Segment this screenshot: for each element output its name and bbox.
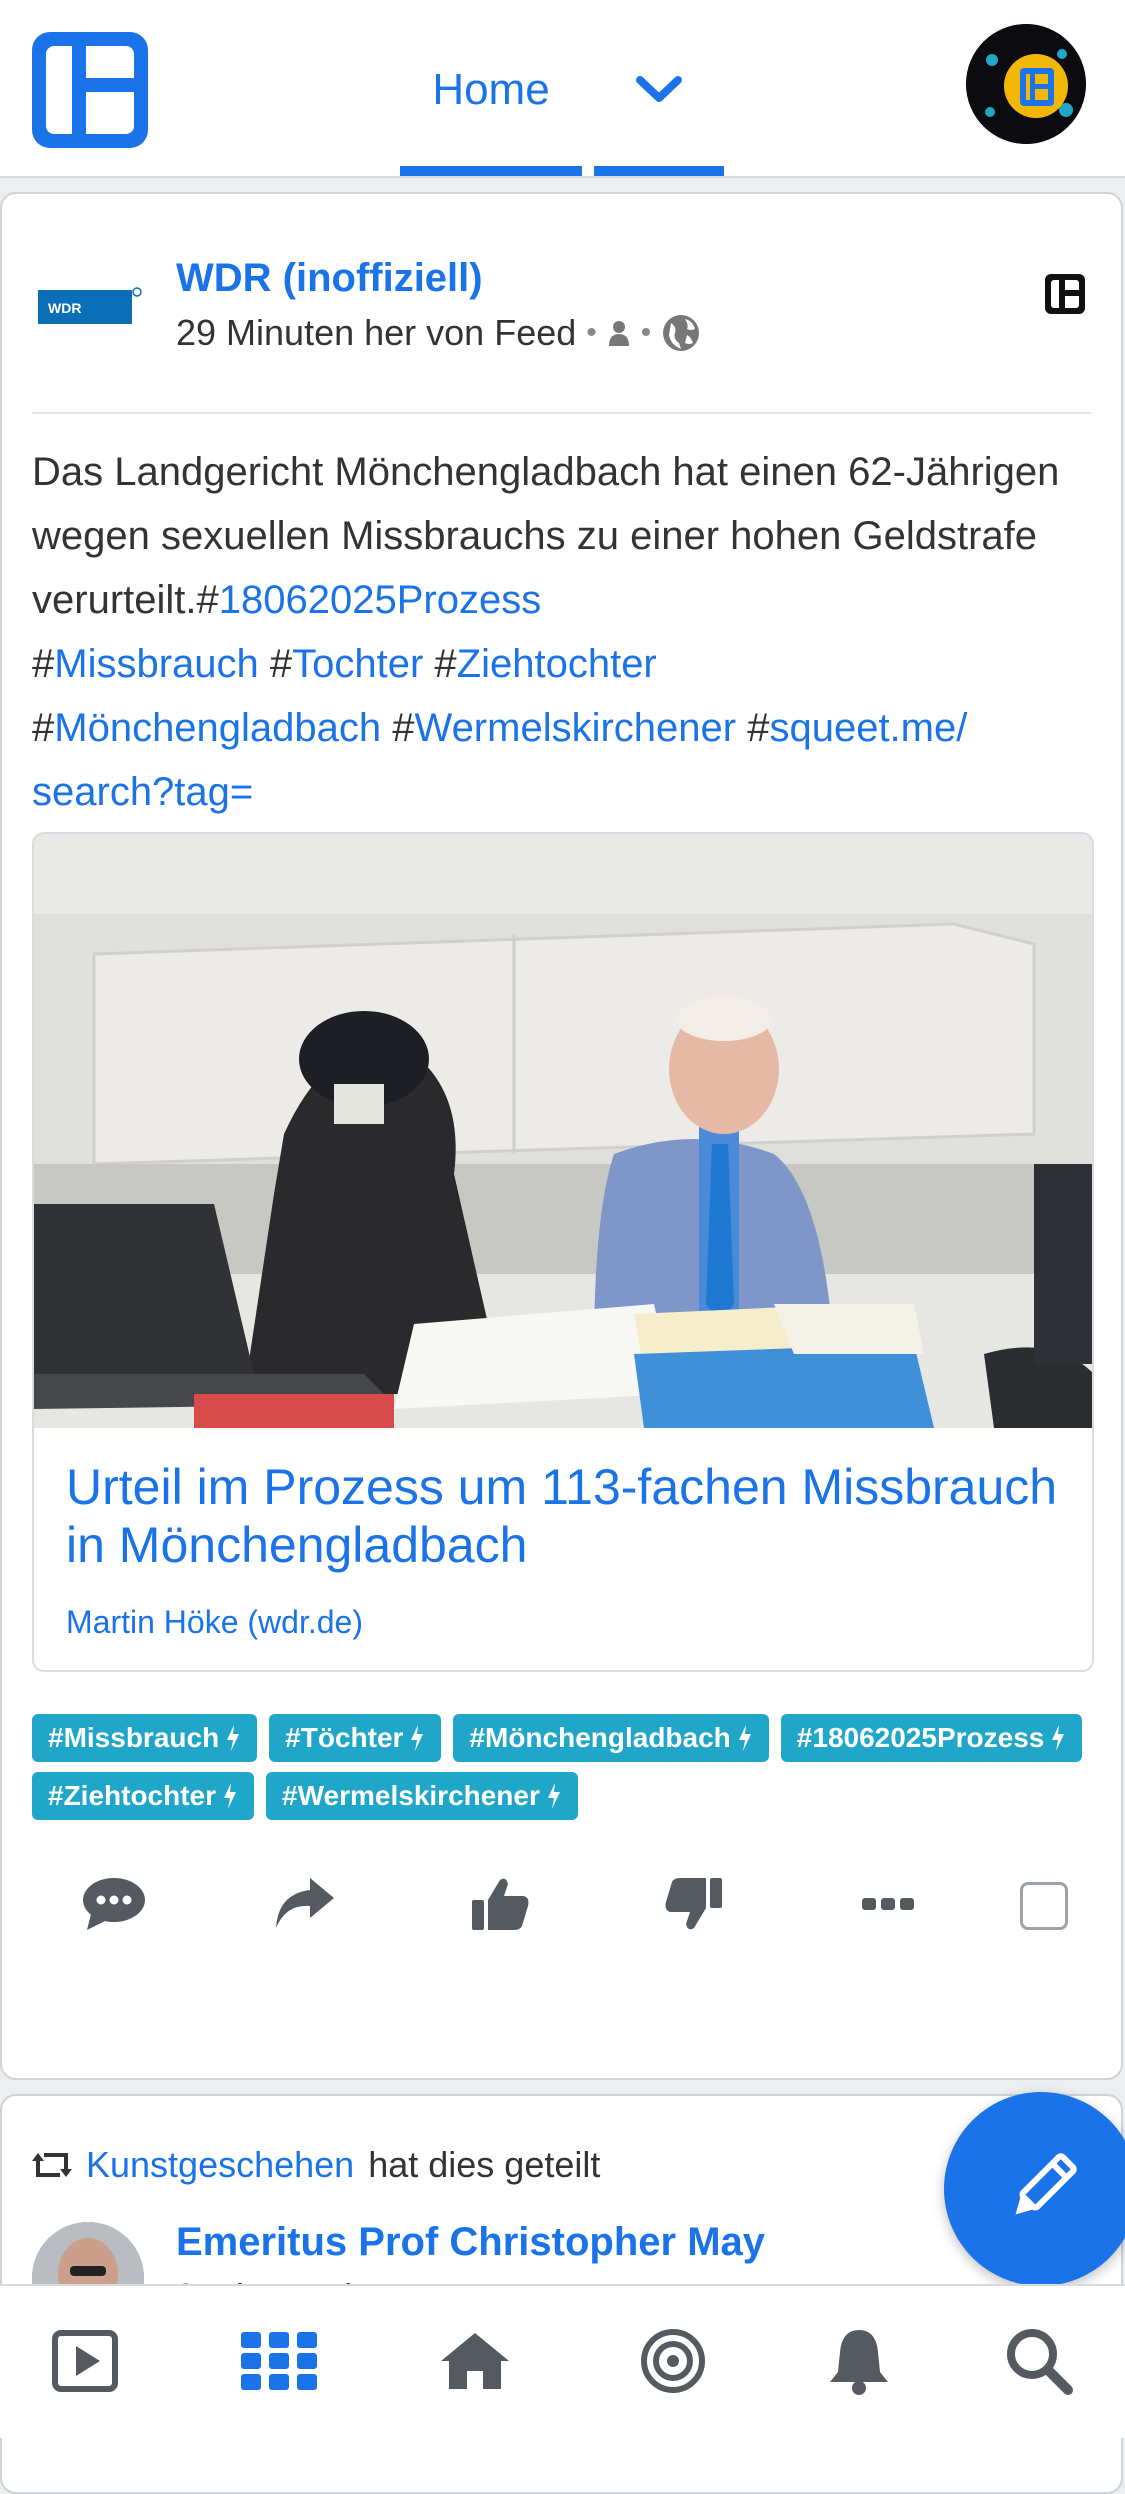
link-preview[interactable]: Urteil im Prozess um 113-fachen Missbrau… xyxy=(32,832,1094,1672)
tag-chip-label: #Ziehtochter xyxy=(48,1780,217,1811)
bolt-icon xyxy=(227,1725,240,1751)
bolt-icon xyxy=(547,1783,560,1809)
nav-search[interactable] xyxy=(984,2306,1094,2416)
meta-separator: • xyxy=(640,316,652,349)
comment-button[interactable] xyxy=(74,1864,154,1944)
more-button[interactable] xyxy=(848,1864,928,1944)
reshare-user[interactable]: Kunstgeschehen xyxy=(86,2144,354,2186)
nav-notifications[interactable] xyxy=(804,2306,914,2416)
author-name[interactable]: WDR (inoffiziell) xyxy=(176,256,483,301)
bolt-icon xyxy=(738,1725,751,1751)
tag-chip-label: #Töchter xyxy=(285,1722,404,1753)
tab-home-label: Home xyxy=(432,65,550,114)
nav-video[interactable] xyxy=(30,2306,140,2416)
hashtag-link[interactable]: Missbrauch xyxy=(54,642,259,686)
dislike-button[interactable] xyxy=(654,1864,734,1944)
preview-source[interactable]: Martin Höke (wdr.de) xyxy=(66,1604,363,1641)
post-meta: 29 Minuten her von Feed • • xyxy=(176,312,701,354)
friendica-icon xyxy=(1045,274,1085,314)
retweet-icon xyxy=(32,2153,72,2177)
tag-chip[interactable]: #Töchter xyxy=(269,1714,442,1762)
hashtag-link[interactable]: Ziehtochter xyxy=(457,642,657,686)
nav-grid[interactable] xyxy=(224,2306,334,2416)
post-card: WDR WDR (inoffiziell) 29 Minuten her von… xyxy=(0,192,1123,2080)
tag-chip-label: #Missbrauch xyxy=(48,1722,220,1753)
tag-chip[interactable]: #Wermelskirchener xyxy=(266,1772,578,1820)
tag-chip-label: #Mönchengladbach xyxy=(469,1722,731,1753)
post-body: Das Landgericht Mönchengladbach hat eine… xyxy=(32,450,1060,814)
grid-icon xyxy=(241,2332,317,2390)
tag-chip[interactable]: #Mönchengladbach xyxy=(453,1714,769,1762)
like-button[interactable] xyxy=(460,1864,540,1944)
svg-text:WDR: WDR xyxy=(48,300,81,316)
nav-home[interactable] xyxy=(420,2306,530,2416)
bolt-icon xyxy=(1052,1725,1065,1751)
tag-chip[interactable]: #Ziehtochter xyxy=(32,1772,255,1820)
more-icon xyxy=(862,1898,914,1910)
bolt-icon xyxy=(411,1725,424,1751)
post-actions xyxy=(42,1864,1082,1944)
hashtag-link[interactable]: Wermelskirchener xyxy=(415,706,737,750)
person-icon xyxy=(608,321,629,346)
home-icon xyxy=(441,2333,509,2389)
pencil-icon xyxy=(1015,2153,1077,2215)
globe-icon xyxy=(663,315,700,351)
chevron-down-icon xyxy=(636,76,682,102)
reshare-line: Kunstgeschehen hat dies geteilt xyxy=(32,2144,600,2186)
hashtag-link[interactable]: Mönchengladbach xyxy=(54,706,381,750)
nav-target[interactable] xyxy=(618,2306,728,2416)
tag-chip[interactable]: #18062025Prozess xyxy=(780,1714,1083,1762)
friendica-logo-icon[interactable] xyxy=(32,32,148,148)
video-icon xyxy=(52,2330,118,2392)
dislike-icon xyxy=(665,1878,722,1930)
tab-dropdown[interactable] xyxy=(594,0,724,176)
tab-home[interactable]: Home xyxy=(400,0,582,176)
preview-image xyxy=(34,834,1092,1428)
post-time[interactable]: 29 Minuten her von Feed xyxy=(176,312,576,354)
target-icon xyxy=(641,2329,705,2393)
hashtag-link[interactable]: Tochter xyxy=(292,642,423,686)
compose-button[interactable] xyxy=(944,2092,1125,2286)
select-checkbox[interactable] xyxy=(1020,1882,1068,1930)
like-icon xyxy=(472,1878,529,1930)
reshare-text: hat dies geteilt xyxy=(368,2144,601,2185)
meta-separator: • xyxy=(586,316,597,349)
search-icon xyxy=(1007,2329,1073,2395)
author-name[interactable]: Emeritus Prof Christopher May xyxy=(176,2220,765,2265)
share-icon xyxy=(276,1878,334,1928)
avatar-image xyxy=(966,24,1086,144)
preview-title[interactable]: Urteil im Prozess um 113-fachen Missbrau… xyxy=(66,1458,1066,1574)
tag-chip[interactable]: #Missbrauch xyxy=(32,1714,258,1762)
divider xyxy=(32,412,1091,414)
tag-chip-label: #18062025Prozess xyxy=(796,1722,1045,1753)
bottom-nav xyxy=(0,2284,1125,2438)
channel-logo[interactable]: WDR xyxy=(38,284,142,330)
bell-icon xyxy=(830,2330,888,2395)
profile-avatar[interactable] xyxy=(966,24,1086,144)
hashtag-link[interactable]: 18062025Prozess xyxy=(219,578,541,622)
post-text: Das Landgericht Mönchengladbach hat eine… xyxy=(32,450,1060,622)
top-bar: Home xyxy=(0,0,1125,178)
tag-chips: #Missbrauch #Töchter #Mönchengladbach #1… xyxy=(32,1714,1092,1820)
tag-chip-label: #Wermelskirchener xyxy=(282,1780,540,1811)
bolt-icon xyxy=(224,1783,237,1809)
share-button[interactable] xyxy=(264,1864,344,1944)
comment-icon xyxy=(83,1878,145,1930)
